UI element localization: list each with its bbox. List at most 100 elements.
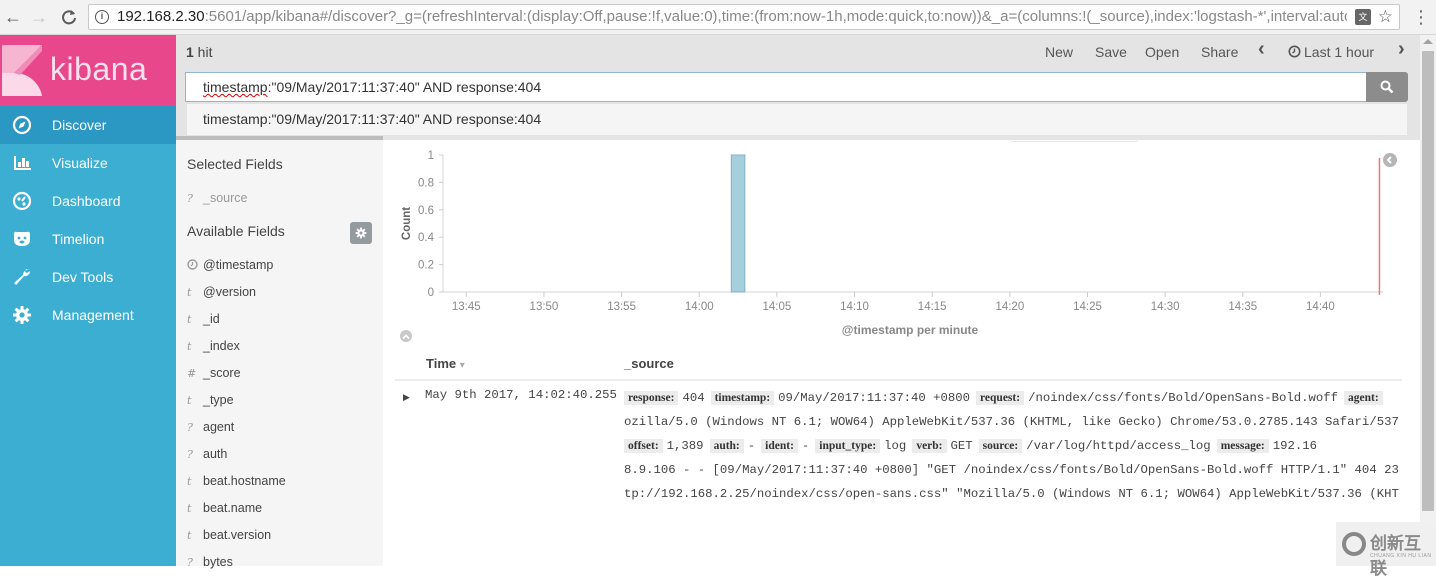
field-item[interactable]: t _type <box>187 393 234 407</box>
field-item[interactable]: t beat.hostname <box>187 474 286 488</box>
info-icon[interactable]: i <box>95 10 109 24</box>
time-prev-button[interactable]: ‹ <box>1258 38 1265 61</box>
x-tick-label: 14:35 <box>1228 301 1257 313</box>
field-name: _source <box>203 191 248 205</box>
field-item[interactable]: t beat.name <box>187 501 262 515</box>
available-fields-heading: Available Fields <box>187 223 285 239</box>
sidebar-item-label: Timelion <box>52 231 105 247</box>
field-item[interactable]: ? agent <box>187 420 234 434</box>
logo-text: kibana <box>50 51 148 87</box>
source-field-key: auth: <box>709 439 744 453</box>
field-name: beat.version <box>203 528 272 542</box>
field-name: beat.name <box>203 501 263 515</box>
time-range-label: Last 1 hour <box>1304 44 1375 60</box>
source-field-value: GET <box>950 439 973 453</box>
string-type-icon: t <box>187 394 192 407</box>
y-tick-label: 1 <box>428 150 434 162</box>
sidebar-item-management[interactable]: Management <box>0 296 176 334</box>
scroll-up-chart-icon[interactable] <box>400 330 412 342</box>
query-suggestion[interactable]: timestamp:"09/May/2017:11:37:40" AND res… <box>186 103 1408 136</box>
field-item[interactable]: @timestamp <box>187 258 273 272</box>
source-field-key: agent: <box>1344 391 1383 405</box>
time-next-button[interactable]: › <box>1398 38 1405 61</box>
header-divider <box>395 379 1402 381</box>
browser-menu-icon[interactable]: ⋮ <box>1412 6 1430 28</box>
sidebar-item-timelion[interactable]: Timelion <box>0 220 176 258</box>
url-host: 192.168.2.30 <box>117 8 205 25</box>
address-bar[interactable]: i 192.168.2.30:5601/app/kibana#/discover… <box>88 4 1400 30</box>
field-settings-button[interactable] <box>350 222 372 244</box>
field-name: @timestamp <box>203 258 274 272</box>
row-time: May 9th 2017, 14:02:40.255 <box>425 388 617 402</box>
watermark: 创新互联 CHUANG XIN HU LIAN <box>1336 522 1436 578</box>
watermark-logo-icon <box>1342 532 1366 556</box>
source-field-value: 404 <box>682 391 705 405</box>
y-axis-label: Count <box>401 207 413 240</box>
column-header-time[interactable]: Time ▾ <box>426 356 465 371</box>
source-field-key: source: <box>978 439 1023 453</box>
sidebar-item-discover[interactable]: Discover <box>0 106 176 144</box>
sidebar-item-visualize[interactable]: Visualize <box>0 144 176 182</box>
url-text[interactable]: 192.168.2.30:5601/app/kibana#/discover?_… <box>117 5 1347 29</box>
string-type-icon: t <box>187 286 192 299</box>
source-field-value: /var/log/httpd/access_log <box>1026 439 1211 453</box>
collapse-chart-icon[interactable] <box>1383 153 1397 167</box>
search-button[interactable] <box>1366 72 1408 102</box>
source-field-value: 192.16 <box>1272 439 1318 453</box>
query-input[interactable]: timestamp:"09/May/2017:11:37:40" AND res… <box>185 72 1367 102</box>
x-tick-label: 14:15 <box>918 301 947 313</box>
page-scrollbar[interactable] <box>1420 35 1436 566</box>
scroll-up-arrow-icon[interactable] <box>1423 39 1433 44</box>
field-item[interactable]: t @version <box>187 285 256 299</box>
reload-icon[interactable] <box>58 6 80 28</box>
y-tick-label: 0.6 <box>418 205 434 217</box>
histogram-chart: 0 0.2 0.4 0.6 0.8 1 13:45 13:50 13:55 14:00 14:05 1… <box>401 150 1383 337</box>
translate-icon[interactable]: 文 <box>1355 9 1371 25</box>
y-tick-label: 0 <box>428 287 434 299</box>
save-button[interactable]: Save <box>1095 44 1127 60</box>
field-item[interactable]: t _index <box>187 339 240 353</box>
source-field-value: 8.9.106 - - [09/May/2017:11:37:40 +0800]… <box>624 463 1399 477</box>
field-item[interactable]: t _id <box>187 312 220 326</box>
field-item[interactable]: # _score <box>187 366 241 380</box>
x-tick-label: 14:40 <box>1306 301 1335 313</box>
bookmark-star-icon[interactable]: ☆ <box>1378 5 1393 29</box>
expand-row-icon[interactable]: ▶ <box>403 392 410 403</box>
field-name: bytes <box>203 555 233 569</box>
field-name: beat.hostname <box>203 474 286 488</box>
browser-toolbar: ← → i 192.168.2.30:5601/app/kibana#/disc… <box>0 0 1436 35</box>
x-tick-label: 14:00 <box>685 301 714 313</box>
open-button[interactable]: Open <box>1145 44 1179 60</box>
gear-icon <box>355 227 367 239</box>
field-name: auth <box>203 447 228 461</box>
unknown-type-icon: ? <box>187 192 193 205</box>
back-icon[interactable]: ← <box>2 6 24 28</box>
clock-icon <box>187 259 203 272</box>
forward-icon[interactable]: → <box>28 6 50 28</box>
timelion-icon <box>14 231 30 246</box>
x-tick-label: 13:55 <box>607 301 636 313</box>
x-tick-label: 13:45 <box>452 301 481 313</box>
source-field-key: request: <box>976 391 1025 405</box>
kibana-logo[interactable]: kibana <box>0 35 176 106</box>
share-button[interactable]: Share <box>1201 44 1238 60</box>
new-button[interactable]: New <box>1045 44 1073 60</box>
query-field-text: timestamp <box>203 79 268 95</box>
field-item[interactable]: ? bytes <box>187 555 233 569</box>
sidebar-item-dashboard[interactable]: Dashboard <box>0 182 176 220</box>
sidebar-item-dev-tools[interactable]: Dev Tools <box>0 258 176 296</box>
sort-icon[interactable]: ▾ <box>460 360 465 371</box>
y-tick-label: 0.2 <box>418 260 434 272</box>
field-item[interactable]: ? _source <box>187 191 247 205</box>
y-tick-label: 0.8 <box>418 177 434 189</box>
time-picker-button[interactable]: Last 1 hour <box>1288 44 1374 60</box>
source-field-key: message: <box>1216 439 1269 453</box>
bar-chart-icon <box>14 156 31 170</box>
source-line: offset: 1,389 auth: - ident: - input_type: log v… <box>624 434 1399 458</box>
x-tick-label: 13:50 <box>530 301 559 313</box>
scroll-thumb[interactable] <box>1422 51 1434 511</box>
field-item[interactable]: t beat.version <box>187 528 271 542</box>
gear-icon <box>13 306 31 324</box>
compass-icon <box>12 115 32 135</box>
field-item[interactable]: ? auth <box>187 447 227 461</box>
